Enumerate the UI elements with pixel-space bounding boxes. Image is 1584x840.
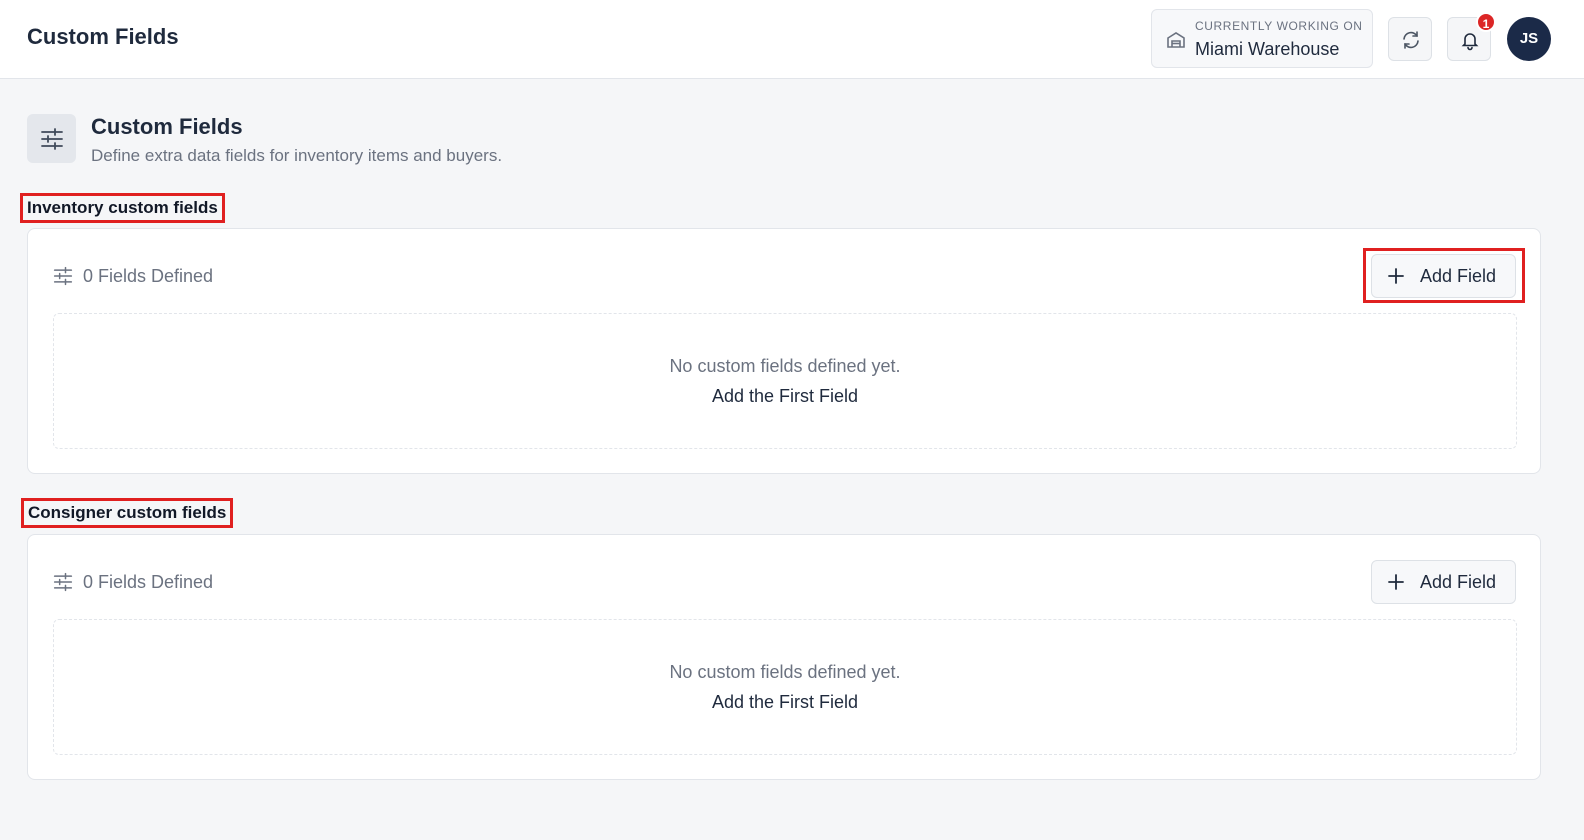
top-bar: Custom Fields CURRENTLY WORKING ON Miami… (0, 0, 1584, 79)
add-first-field-link[interactable]: Add the First Field (54, 692, 1516, 713)
workspace-value: Miami Warehouse (1195, 39, 1340, 59)
refresh-button[interactable] (1388, 17, 1432, 61)
fields-count-label: 0 Fields Defined (83, 571, 214, 592)
empty-message: No custom fields defined yet. (669, 662, 901, 682)
add-first-field-link[interactable]: Add the First Field (54, 386, 1516, 407)
refresh-icon (1403, 31, 1419, 49)
warehouse-icon (1166, 30, 1186, 50)
notification-badge: 1 (1476, 12, 1496, 32)
consigner-empty-state: No custom fields defined yet. Add the Fi… (53, 619, 1517, 755)
sliders-icon (41, 128, 63, 150)
fields-count-label: 0 Fields Defined (83, 265, 214, 286)
user-avatar[interactable]: JS (1507, 17, 1551, 61)
header-title: Custom Fields (27, 24, 179, 49)
consigner-fields-count: 0 Fields Defined (53, 571, 213, 593)
add-field-label: Add Field (1420, 265, 1497, 286)
page-icon-tile (27, 114, 76, 163)
inventory-section-label: Inventory custom fields (20, 193, 225, 223)
consigner-section-label: Consigner custom fields (21, 498, 234, 528)
bell-icon (1461, 33, 1479, 51)
inventory-fields-count: 0 Fields Defined (53, 265, 213, 287)
inventory-fields-card: 0 Fields Defined Add Field No custom fie… (27, 228, 1541, 474)
page-title: Custom Fields (91, 114, 243, 139)
consigner-fields-card: 0 Fields Defined Add Field No custom fie… (27, 534, 1541, 780)
inventory-empty-state: No custom fields defined yet. Add the Fi… (53, 313, 1517, 449)
page-subtitle: Define extra data fields for inventory i… (91, 146, 503, 165)
consigner-add-field-button[interactable]: Add Field (1371, 560, 1516, 604)
workspace-label: CURRENTLY WORKING ON (1195, 19, 1363, 33)
inventory-add-field-button[interactable]: Add Field (1371, 254, 1516, 298)
plus-icon (1388, 574, 1404, 590)
add-field-label: Add Field (1420, 571, 1497, 592)
plus-icon (1388, 268, 1404, 284)
sliders-icon (53, 572, 73, 592)
sliders-icon (53, 266, 73, 286)
empty-message: No custom fields defined yet. (669, 356, 901, 376)
workspace-selector[interactable]: CURRENTLY WORKING ON Miami Warehouse (1151, 9, 1373, 68)
